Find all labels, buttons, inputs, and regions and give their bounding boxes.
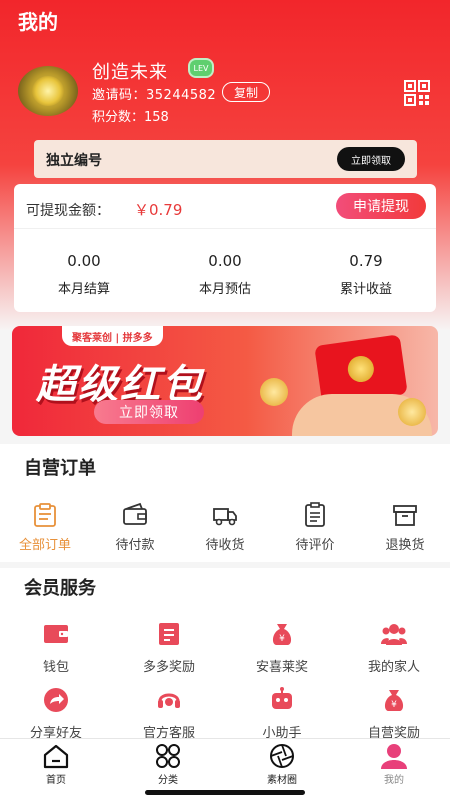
order-label: 待付款 bbox=[115, 538, 155, 553]
coin-icon bbox=[260, 378, 288, 406]
tab-material-circle[interactable]: 素材圈 bbox=[242, 743, 322, 786]
tab-label: 分类 bbox=[158, 775, 178, 786]
service-official-support[interactable]: 官方客服 bbox=[119, 686, 219, 741]
order-label: 待评价 bbox=[295, 538, 335, 553]
service-label: 安喜莱奖 bbox=[255, 660, 308, 675]
order-all[interactable]: 全部订单 bbox=[7, 502, 83, 553]
banner-claim-button[interactable]: 立即领取 bbox=[94, 400, 204, 424]
share-icon bbox=[44, 688, 68, 712]
robot-icon bbox=[272, 687, 292, 709]
truck-icon bbox=[213, 508, 237, 526]
document-icon bbox=[305, 502, 325, 527]
tab-category[interactable]: 分类 bbox=[128, 743, 208, 786]
services-section-title: 会员服务 bbox=[24, 578, 96, 599]
service-wallet[interactable]: 钱包 bbox=[6, 620, 106, 675]
document-icon bbox=[159, 623, 179, 645]
withdraw-label: 可提现金额： bbox=[26, 203, 110, 219]
svg-text:¥: ¥ bbox=[279, 634, 285, 644]
service-self-operated-reward[interactable]: ¥ 自营奖励 bbox=[344, 686, 444, 741]
stat-label: 本月结算 bbox=[57, 282, 110, 297]
service-share-friends[interactable]: 分享好友 bbox=[6, 686, 106, 741]
stat-label: 累计收益 bbox=[339, 282, 392, 297]
avatar[interactable] bbox=[18, 66, 78, 116]
withdraw-amount: ￥0.79 bbox=[134, 201, 183, 219]
card-divider bbox=[14, 228, 436, 229]
category-icon bbox=[156, 744, 180, 768]
independent-id-label: 独立编号 bbox=[46, 153, 102, 169]
service-label: 多多奖励 bbox=[142, 660, 195, 675]
clipboard-icon bbox=[34, 503, 56, 527]
page-title: 我的 bbox=[18, 10, 58, 34]
home-indicator bbox=[145, 790, 305, 795]
service-anxilai-reward[interactable]: ¥ 安喜莱奖 bbox=[232, 620, 332, 675]
money-bag-icon: ¥ bbox=[384, 690, 404, 711]
order-returns[interactable]: 退换货 bbox=[367, 502, 443, 553]
money-bag-icon: ¥ bbox=[272, 624, 292, 645]
service-duoduo-reward[interactable]: 多多奖励 bbox=[119, 620, 219, 675]
order-pending-payment[interactable]: 待付款 bbox=[97, 502, 173, 553]
stat-label: 本月预估 bbox=[198, 282, 251, 297]
stat-value: 0.00 bbox=[208, 252, 242, 270]
apply-withdraw-button[interactable]: 申请提现 bbox=[336, 193, 426, 219]
service-label: 我的家人 bbox=[367, 660, 420, 675]
profile-icon bbox=[381, 744, 407, 769]
headset-icon bbox=[158, 693, 180, 708]
family-icon bbox=[381, 624, 407, 645]
order-label: 全部订单 bbox=[18, 538, 71, 553]
order-label: 退换货 bbox=[385, 538, 425, 553]
order-pending-receipt[interactable]: 待收货 bbox=[187, 502, 263, 553]
svg-text:¥: ¥ bbox=[391, 700, 397, 710]
order-pending-review[interactable]: 待评价 bbox=[277, 502, 353, 553]
service-my-family[interactable]: 我的家人 bbox=[344, 620, 444, 675]
home-icon bbox=[43, 744, 69, 769]
self-operated-orders-section: 自营订单 全部订单 待付款 待收货 待评价 退换货 bbox=[0, 444, 450, 562]
level-badge: LEV bbox=[188, 58, 214, 78]
wallet-icon bbox=[123, 502, 147, 525]
stat-value: 0.79 bbox=[349, 252, 383, 270]
tab-label: 我的 bbox=[384, 775, 404, 786]
stat-value: 0.00 bbox=[67, 252, 101, 270]
service-assistant[interactable]: 小助手 bbox=[232, 686, 332, 741]
wallet-icon bbox=[44, 625, 68, 643]
username: 创造未来 bbox=[92, 62, 168, 83]
tab-label: 首页 bbox=[46, 775, 66, 786]
claim-id-button[interactable]: 立即领取 bbox=[337, 147, 405, 171]
invite-code: 邀请码：35244582 bbox=[92, 88, 217, 103]
banner-brands: 聚客莱创 | 拼多多 bbox=[62, 326, 163, 346]
stat-total-earnings[interactable]: 0.79 累计收益 bbox=[306, 252, 426, 297]
member-services-section: 会员服务 钱包 多多奖励 ¥ 安喜莱奖 我的家人 分享好友 官方客服 小助手 ¥… bbox=[0, 568, 450, 741]
wallet-card: 可提现金额： ￥0.79 申请提现 0.00 本月结算 0.00 本月预估 0.… bbox=[14, 184, 436, 312]
stat-monthly-estimate[interactable]: 0.00 本月预估 bbox=[165, 252, 285, 297]
tab-home[interactable]: 首页 bbox=[16, 743, 96, 786]
tab-profile[interactable]: 我的 bbox=[354, 743, 434, 786]
order-label: 待收货 bbox=[205, 538, 245, 553]
coin-icon bbox=[398, 398, 426, 426]
copy-button[interactable]: 复制 bbox=[222, 82, 270, 102]
service-label: 钱包 bbox=[42, 660, 69, 675]
aperture-icon bbox=[270, 744, 294, 768]
qr-code-icon[interactable] bbox=[404, 80, 430, 106]
stat-monthly-settled[interactable]: 0.00 本月结算 bbox=[24, 252, 144, 297]
tab-label: 素材圈 bbox=[267, 775, 297, 786]
red-packet-banner[interactable]: 聚客莱创 | 拼多多 超级红包 立即领取 bbox=[12, 326, 438, 436]
points-count: 积分数：158 bbox=[92, 110, 169, 125]
box-icon bbox=[393, 505, 417, 526]
independent-id-bar: 独立编号 立即领取 bbox=[34, 140, 417, 178]
orders-section-title: 自营订单 bbox=[24, 458, 96, 479]
